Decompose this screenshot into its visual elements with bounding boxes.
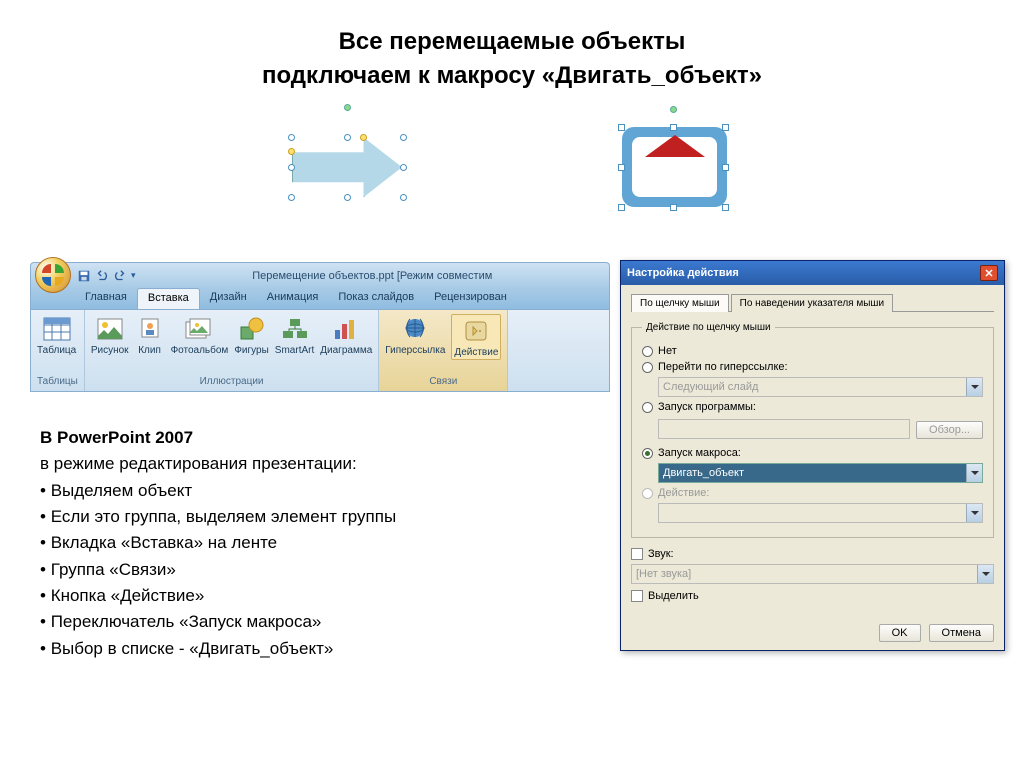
title-line2: подключаем к макросу «Двигать_объект» [40,59,984,93]
undo-icon[interactable] [95,269,109,283]
instructions-list: Выделяем объект Если это группа, выделяе… [40,478,580,662]
macro-combo[interactable]: Двигать_объект [658,463,983,483]
redo-icon[interactable] [113,269,127,283]
highlight-checkbox[interactable] [631,590,643,602]
dialog-tabs: По щелчку мыши По наведении указателя мы… [631,293,994,312]
group-tables: Таблица Таблицы [31,310,85,391]
dialog-buttons: OK Отмена [621,616,1004,650]
ok-button[interactable]: OK [879,624,921,642]
shapes-row [0,112,1024,212]
clip-icon [135,314,165,344]
tab-animation[interactable]: Анимация [257,288,329,309]
btn-smartart[interactable]: SmartArt [275,314,314,356]
tab-review[interactable]: Рецензирован [424,288,517,309]
tab-on-click[interactable]: По щелчку мыши [631,294,729,312]
house-shape-selected[interactable] [612,112,742,212]
table-icon [42,314,72,344]
bullet: Вкладка «Вставка» на ленте [40,530,580,556]
bullet: Выбор в списке - «Двигать_объект» [40,636,580,662]
radio-action: Действие: [642,487,983,499]
btn-clip[interactable]: Клип [135,314,165,356]
hyperlink-icon [400,314,430,344]
instructions-header: В PowerPoint 2007 [40,428,193,447]
title-line1: Все перемещаемые объекты [40,25,984,59]
radio-program[interactable]: Запуск программы: [642,401,983,413]
arrow-shape-selected[interactable] [282,112,412,212]
bullet: Если это группа, выделяем элемент группы [40,504,580,530]
bullet: Переключатель «Запуск макроса» [40,609,580,635]
action-combo [658,503,983,523]
radio-macro[interactable]: Запуск макроса: [642,447,983,459]
picture-icon [95,314,125,344]
shapes-icon [237,314,267,344]
slide-title: Все перемещаемые объекты подключаем к ма… [0,0,1024,107]
dialog-title: Настройка действия [627,267,739,279]
group-links: Гиперссылка Действие Связи [379,310,508,391]
bullet: Выделяем объект [40,478,580,504]
btn-picture[interactable]: Рисунок [91,314,129,356]
btn-action[interactable]: Действие [451,314,501,360]
office-button[interactable] [35,257,71,293]
instructions-subheader: в режиме редактирования презентации: [40,451,580,477]
tab-slideshow[interactable]: Показ слайдов [328,288,424,309]
fieldset-legend: Действие по щелчку мыши [642,322,775,333]
instructions: В PowerPoint 2007 в режиме редактировани… [40,425,580,662]
click-action-fieldset: Действие по щелчку мыши Нет Перейти по г… [631,322,994,538]
titlebar: ▾ Перемещение объектов.ppt [Режим совмес… [30,262,610,288]
bullet: Кнопка «Действие» [40,583,580,609]
group-illustrations: Рисунок Клип Фотоальбом Фигуры SmartArt [85,310,379,391]
tab-on-hover[interactable]: По наведении указателя мыши [731,294,893,312]
ribbon-body: Таблица Таблицы Рисунок Клип Фотоальбом [30,310,610,392]
btn-chart[interactable]: Диаграмма [320,314,372,356]
chart-icon [331,314,361,344]
dialog-titlebar[interactable]: Настройка действия ✕ [621,261,1004,285]
quick-access-toolbar: ▾ [77,269,136,283]
smartart-icon [280,314,310,344]
tab-home[interactable]: Главная [75,288,137,309]
btn-shapes[interactable]: Фигуры [234,314,268,356]
tab-insert[interactable]: Вставка [137,288,200,309]
document-title: Перемещение объектов.ppt [Режим совмести… [136,270,609,282]
radio-hyperlink[interactable]: Перейти по гиперссылке: [642,361,983,373]
bullet: Группа «Связи» [40,557,580,583]
btn-hyperlink[interactable]: Гиперссылка [385,314,445,356]
close-icon[interactable]: ✕ [980,265,998,281]
program-path-input [658,419,910,439]
browse-button: Обзор... [916,421,983,439]
cancel-button[interactable]: Отмена [929,624,994,642]
btn-photoalbum[interactable]: Фотоальбом [171,314,229,356]
sound-checkbox[interactable] [631,548,643,560]
tab-design[interactable]: Дизайн [200,288,257,309]
powerpoint-ribbon: ▾ Перемещение объектов.ppt [Режим совмес… [30,262,610,392]
highlight-checkbox-row[interactable]: Выделить [631,590,994,602]
radio-none[interactable]: Нет [642,345,983,357]
hyperlink-combo: Следующий слайд [658,377,983,397]
sound-combo: [Нет звука] [631,564,994,584]
save-icon[interactable] [77,269,91,283]
action-icon [461,316,491,346]
photoalbum-icon [184,314,214,344]
sound-checkbox-row[interactable]: Звук: [631,548,994,560]
ribbon-tabs: Главная Вставка Дизайн Анимация Показ сл… [30,288,610,310]
btn-table[interactable]: Таблица [37,314,76,356]
action-settings-dialog: Настройка действия ✕ По щелчку мыши По н… [620,260,1005,651]
